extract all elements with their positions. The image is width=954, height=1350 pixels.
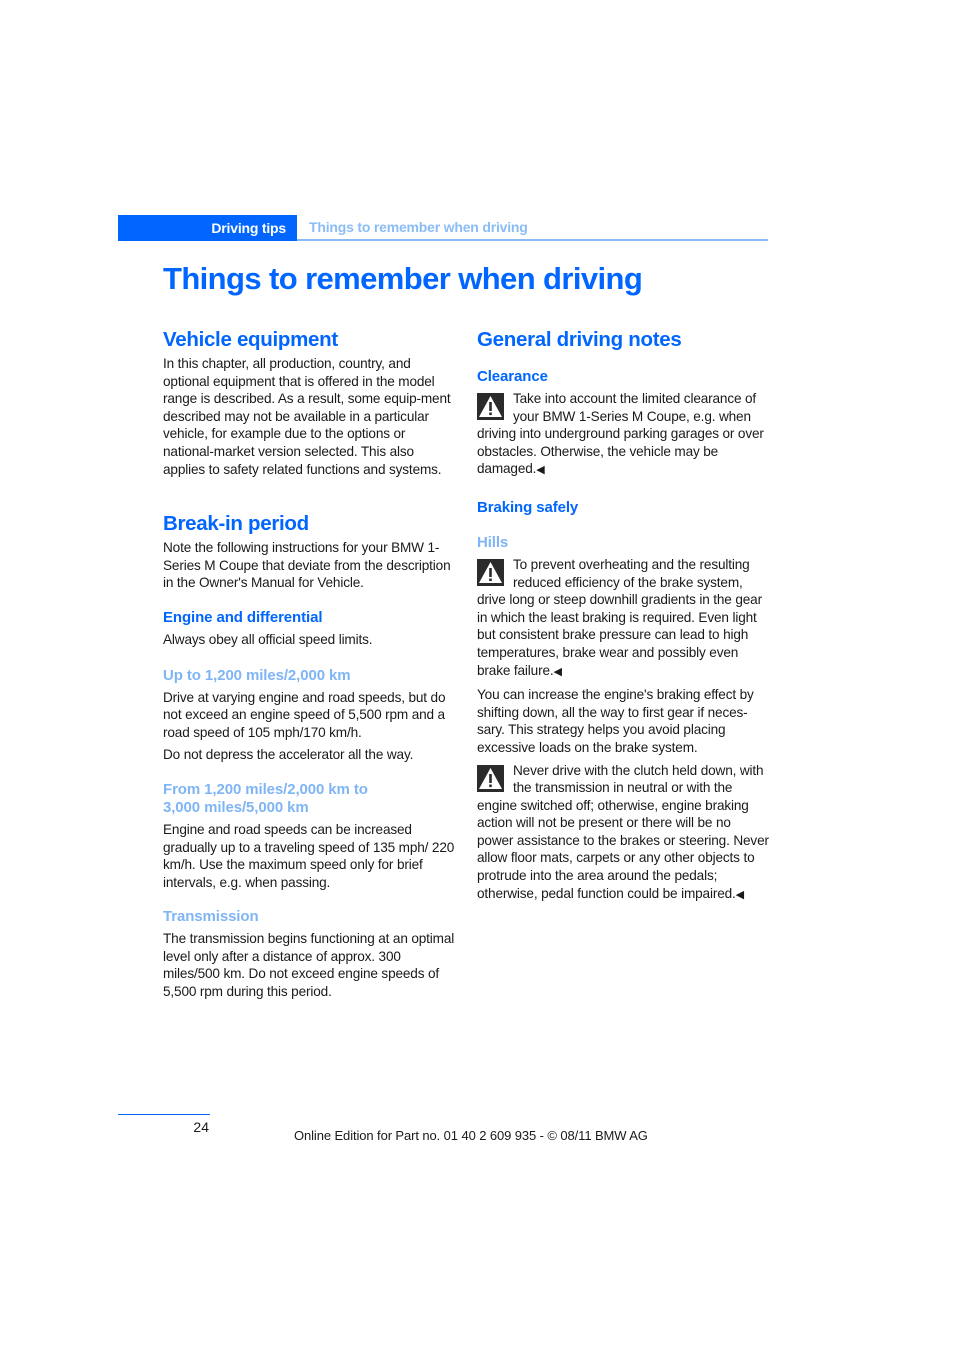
vehicle-equipment-body: In this chapter, all production, country… (163, 356, 451, 477)
clearance-warning: Take into account the limited clearance … (477, 390, 769, 480)
break-in-section: Break-in period Note the following instr… (163, 510, 455, 1001)
engine-braking-body: You can increase the engine's braking ef… (477, 687, 754, 755)
end-mark-icon: ◀ (735, 888, 744, 901)
braking-safely-heading: Braking safely (477, 498, 579, 516)
header-divider (297, 239, 768, 241)
right-column: General driving notes Clearance Take int… (477, 326, 769, 904)
hills-heading: Hills (477, 533, 509, 551)
vehicle-equipment-heading: Vehicle equipment (163, 328, 338, 351)
clearance-heading: Clearance (477, 368, 548, 385)
hills-warning-text: To prevent overheating and the resulting… (477, 556, 762, 678)
clearance-warning-text: Take into account the limited clearance … (477, 391, 764, 477)
from-body: Engine and road speeds can be increased … (163, 821, 455, 890)
break-in-heading: Break-in period (163, 512, 309, 536)
end-mark-icon: ◀ (553, 665, 562, 678)
left-column: Vehicle equipment In this chapter, all p… (163, 326, 455, 1001)
engine-differential-heading: Engine and differential (163, 608, 323, 626)
up-to-body: Drive at varying engine and road speeds,… (163, 689, 446, 740)
warning-triangle-icon (477, 558, 504, 586)
page-number: 24 (193, 1119, 209, 1135)
up-to-heading: Up to 1,200 miles/2,000 km (163, 666, 351, 684)
footer-divider (118, 1114, 210, 1115)
clutch-warning-text: Never drive with the clutch held down, w… (477, 762, 769, 901)
end-mark-icon: ◀ (536, 464, 545, 477)
up-to-body-2: Do not depress the accelerator all the w… (163, 747, 414, 763)
breadcrumb: Things to remember when driving (309, 219, 528, 235)
hills-warning: To prevent overheating and the resulting… (477, 556, 769, 681)
warning-triangle-icon (477, 393, 504, 420)
page-title: Things to remember when driving (163, 261, 643, 296)
transmission-heading: Transmission (163, 908, 259, 926)
clutch-warning: Never drive with the clutch held down, w… (477, 762, 769, 905)
from-heading: From 1,200 miles/2,000 km to 3,000 miles… (163, 780, 368, 816)
warning-triangle-icon (477, 764, 504, 792)
chapter-tab: Driving tips (118, 215, 297, 241)
vehicle-equipment-section: Vehicle equipment In this chapter, all p… (163, 326, 455, 478)
general-driving-notes-heading: General driving notes (477, 328, 682, 351)
chapter-label: Driving tips (211, 220, 286, 236)
edition-footer: Online Edition for Part no. 01 40 2 609 … (294, 1128, 648, 1143)
transmission-body: The transmission begins functioning at a… (163, 931, 455, 1000)
engine-differential-body: Always obey all official speed limits. (163, 631, 373, 647)
break-in-body: Note the following instructions for your… (163, 540, 451, 591)
